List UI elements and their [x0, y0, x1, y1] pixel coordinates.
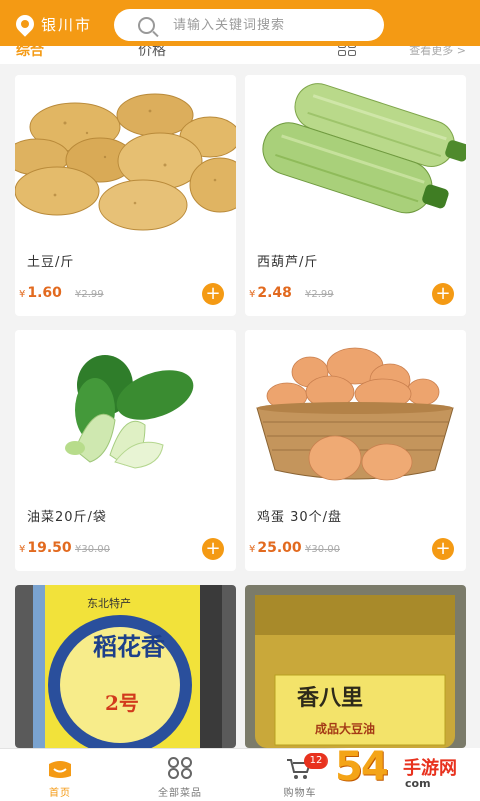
rice-bag-brand: 稻花香 — [93, 632, 166, 661]
product-card[interactable]: 东北特产 稻花香 2号 — [15, 585, 236, 748]
product-card[interactable]: 土豆/斤 ¥1.60 ¥2.99 + — [15, 75, 236, 316]
location-pin-icon — [12, 11, 38, 37]
add-to-cart-button[interactable]: + — [432, 538, 454, 560]
rice-bag-tagline: 东北特产 — [87, 596, 131, 610]
city-label: 银川市 — [41, 15, 93, 34]
price-value: 19.50 — [27, 540, 72, 556]
product-card[interactable]: 香八里 成品大豆油 — [245, 585, 466, 748]
tab-home[interactable]: 首页 — [0, 749, 120, 801]
product-price: ¥19.50 — [19, 540, 72, 556]
grid-view-icon[interactable] — [338, 46, 356, 56]
product-image-zucchini — [245, 75, 466, 245]
home-icon — [49, 761, 71, 778]
sort-bar: 综合 价格 查看更多 > — [0, 46, 480, 64]
original-price: ¥2.99 — [305, 289, 334, 300]
original-price: ¥2.99 — [75, 289, 104, 300]
product-card[interactable]: 油菜20斤/袋 ¥19.50 ¥30.00 + — [15, 330, 236, 571]
add-to-cart-button[interactable]: + — [202, 283, 224, 305]
product-price: ¥1.60 — [19, 285, 62, 301]
old-price-value: 30.00 — [311, 544, 341, 555]
product-price: ¥25.00 — [249, 540, 302, 556]
sort-default[interactable]: 综合 — [16, 46, 44, 60]
city-selector[interactable]: 银川市 — [12, 11, 93, 37]
search-icon — [138, 16, 155, 34]
price-value: 2.48 — [257, 285, 292, 301]
product-card[interactable]: 西葫芦/斤 ¥2.48 ¥2.99 + — [245, 75, 466, 316]
top-header: 银川市 — [0, 0, 480, 46]
product-price: ¥2.48 — [249, 285, 292, 301]
rice-bag-grade: 2号 — [105, 691, 139, 715]
product-image-rice-bag: 东北特产 稻花香 2号 — [15, 585, 236, 748]
price-value: 25.00 — [257, 540, 302, 556]
product-name: 土豆/斤 — [27, 255, 75, 270]
add-to-cart-button[interactable]: + — [202, 538, 224, 560]
currency-symbol: ¥ — [249, 289, 256, 300]
product-image-oil-jug: 香八里 成品大豆油 — [245, 585, 466, 748]
original-price: ¥30.00 — [75, 544, 110, 555]
price-value: 1.60 — [27, 285, 62, 301]
currency-symbol: ¥ — [249, 544, 256, 555]
oil-jug-label: 成品大豆油 — [315, 721, 375, 736]
product-name: 油菜20斤/袋 — [27, 510, 107, 525]
oil-jug-brand: 香八里 — [297, 685, 363, 711]
old-price-value: 30.00 — [81, 544, 111, 555]
old-price-value: 2.99 — [311, 289, 334, 300]
product-image-potatoes — [15, 75, 236, 245]
tab-home-label: 首页 — [49, 788, 71, 799]
product-card[interactable]: 鸡蛋 30个/盘 ¥25.00 ¥30.00 + — [245, 330, 466, 571]
watermark-url: com — [405, 777, 431, 790]
search-bar[interactable] — [114, 9, 384, 41]
currency-symbol: ¥ — [19, 544, 26, 555]
site-watermark: 54 手游网 com — [325, 744, 480, 800]
watermark-logo: 54 — [335, 744, 389, 790]
view-more-link[interactable]: 查看更多 > — [409, 46, 466, 58]
product-name: 鸡蛋 30个/盘 — [257, 510, 343, 525]
tab-all-products[interactable]: 全部菜品 — [120, 749, 240, 801]
old-price-value: 2.99 — [81, 289, 104, 300]
product-name: 西葫芦/斤 — [257, 255, 319, 270]
add-to-cart-button[interactable]: + — [432, 283, 454, 305]
sort-price[interactable]: 价格 — [138, 46, 166, 60]
product-image-eggs — [245, 330, 466, 500]
grid-icon — [168, 757, 192, 779]
currency-symbol: ¥ — [19, 289, 26, 300]
product-image-bok-choy — [15, 330, 236, 500]
search-input[interactable] — [171, 16, 375, 34]
tab-all-products-label: 全部菜品 — [158, 788, 202, 799]
original-price: ¥30.00 — [305, 544, 340, 555]
